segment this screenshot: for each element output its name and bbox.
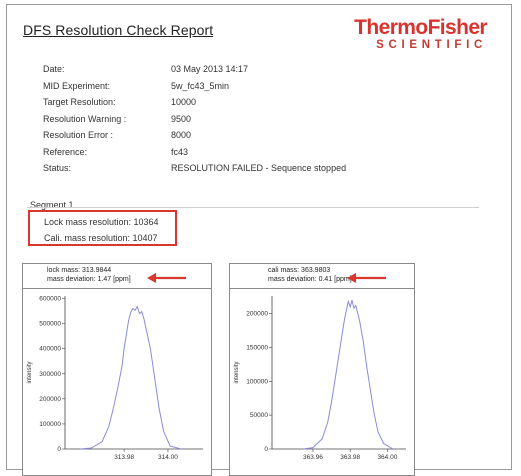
field-value: fc43 bbox=[171, 146, 189, 157]
red-arrow-icon bbox=[347, 273, 386, 283]
field-label: Target Resolution: bbox=[43, 97, 116, 107]
field-label: Date: bbox=[43, 64, 65, 74]
x-tick-label: 364.00 bbox=[377, 454, 397, 461]
lock-mass-chart-panel: lock mass: 313.9844 mass deviation: 1.47… bbox=[22, 263, 212, 476]
peak-series-line bbox=[303, 299, 394, 450]
y-tick-label: 0 bbox=[57, 446, 61, 453]
field-value: 9500 bbox=[171, 113, 192, 124]
y-tick-label: 50000 bbox=[250, 412, 268, 419]
y-tick-label: 200000 bbox=[246, 311, 268, 318]
chart-header-line2: mass deviation: 1.47 [ppm] bbox=[47, 276, 131, 283]
lock-mass-resolution: Lock mass resolution: 10364 bbox=[44, 217, 159, 227]
chart-header-line2: mass deviation: 0.41 [ppm] bbox=[268, 276, 352, 283]
field-label: Reference: bbox=[43, 146, 88, 157]
x-tick-label: 314.00 bbox=[158, 454, 178, 461]
field-label: Resolution Error : bbox=[43, 130, 114, 140]
y-tick-label: 300000 bbox=[39, 371, 61, 378]
cali-mass-chart: 0 50000 100000 150000 200000 363.96 363.98 364.… bbox=[234, 296, 406, 461]
y-tick-label: 600000 bbox=[39, 296, 61, 303]
chart-header-line1: cali mass: 363.9803 bbox=[268, 267, 331, 274]
report-title: DFS Resolution Check Report bbox=[23, 22, 214, 38]
segment-highlight-box: Lock mass resolution: 10364 Cali. mass r… bbox=[28, 210, 177, 246]
y-axis-label: intensity bbox=[234, 361, 240, 383]
cali-mass-chart-panel: cali mass: 363.9803 mass deviation: 0.41… bbox=[229, 263, 415, 476]
cali-mass-resolution: Cali. mass resolution: 10407 bbox=[44, 233, 158, 243]
segment-title: Segment 1 bbox=[30, 200, 74, 210]
y-tick-label: 150000 bbox=[246, 344, 268, 351]
y-tick-label: 500000 bbox=[39, 321, 61, 328]
chart-header-line1: lock mass: 313.9844 bbox=[47, 267, 112, 274]
y-tick-label: 100000 bbox=[39, 421, 61, 428]
y-tick-label: 200000 bbox=[39, 396, 61, 403]
red-arrow-icon bbox=[147, 273, 186, 283]
logo-brand: ThermoFisher bbox=[354, 16, 487, 39]
logo-sub: SCIENTIFIC bbox=[376, 39, 487, 51]
x-tick-label: 313.98 bbox=[114, 454, 134, 461]
x-tick-label: 363.98 bbox=[340, 454, 360, 461]
y-tick-label: 400000 bbox=[39, 346, 61, 353]
x-tick-label: 363.96 bbox=[303, 454, 323, 461]
field-label: MID Experiment: bbox=[43, 80, 111, 91]
field-value: 8000 bbox=[171, 130, 192, 140]
segment-divider bbox=[27, 207, 479, 208]
thermo-fisher-logo: ThermoFisher SCIENTIFIC bbox=[354, 17, 487, 52]
field-label: Status: bbox=[43, 163, 72, 173]
peak-series-line bbox=[80, 305, 182, 450]
field-value: 5w_fc43_5min bbox=[171, 80, 230, 91]
field-value: 10000 bbox=[171, 97, 197, 107]
y-tick-label: 0 bbox=[264, 446, 268, 453]
y-tick-label: 100000 bbox=[246, 378, 268, 385]
field-value: 03 May 2013 14:17 bbox=[171, 64, 249, 74]
lock-mass-chart: 0 100000 200000 300000 400000 500000 600000 313… bbox=[27, 296, 203, 461]
y-axis-label: intensity bbox=[27, 361, 33, 383]
status-value: RESOLUTION FAILED - Sequence stopped bbox=[171, 163, 347, 173]
field-label: Resolution Warning : bbox=[43, 113, 127, 124]
